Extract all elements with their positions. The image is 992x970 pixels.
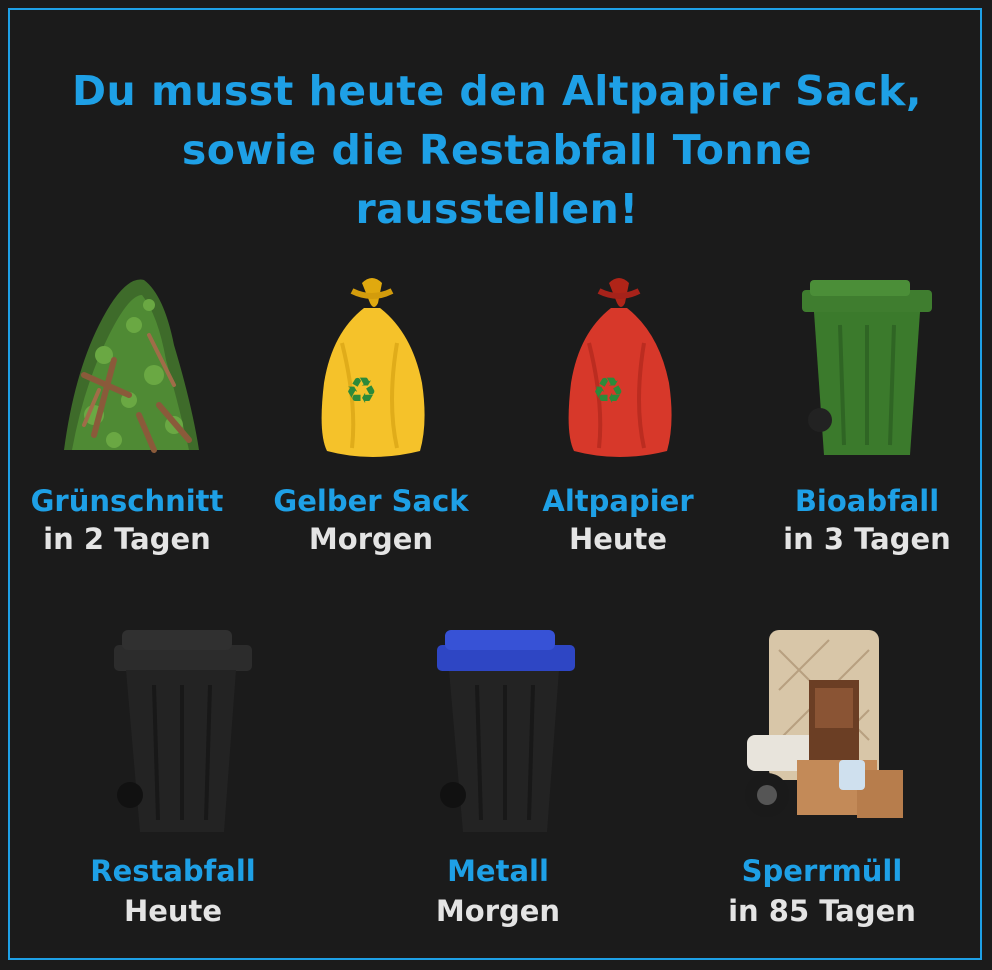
item-name: Restabfall xyxy=(90,854,256,888)
waste-item-metall: Metall Morgen xyxy=(393,615,603,935)
svg-text:♻: ♻ xyxy=(592,371,624,412)
waste-item-altpapier: ♻ Altpapier Heute xyxy=(513,265,723,565)
item-date: in 3 Tagen xyxy=(783,522,951,556)
headline-line-3: rausstellen! xyxy=(355,185,639,233)
green-bin-icon xyxy=(802,280,932,455)
item-date: in 2 Tagen xyxy=(43,522,211,556)
svg-text:♻: ♻ xyxy=(345,371,377,412)
waste-item-gelber-sack: ♻ Gelber Sack Morgen xyxy=(266,265,476,565)
waste-item-sperrmuell: Sperrmüll in 85 Tagen xyxy=(717,615,927,935)
headline-line-2: sowie die Restabfall Tonne xyxy=(181,126,813,174)
bulky-waste-icon xyxy=(745,630,903,818)
schedule-card: Du musst heute den Altpapier Sack, sowie… xyxy=(8,8,982,960)
item-name: Altpapier xyxy=(542,484,694,518)
black-bin-icon xyxy=(114,630,252,832)
item-date: in 85 Tagen xyxy=(728,894,916,928)
yellow-bag-icon: ♻ xyxy=(321,278,425,457)
item-date: Morgen xyxy=(308,522,434,556)
item-name: Sperrmüll xyxy=(741,854,903,888)
waste-item-gruenschnitt: Grünschnitt in 2 Tagen xyxy=(22,265,232,565)
green-waste-pile-icon xyxy=(64,279,199,453)
item-date: Morgen xyxy=(435,894,561,928)
page-title: Du musst heute den Altpapier Sack, sowie… xyxy=(10,62,984,239)
red-bag-icon: ♻ xyxy=(568,278,672,457)
headline-line-1: Du musst heute den Altpapier Sack, xyxy=(71,67,922,115)
item-name: Metall xyxy=(447,854,549,888)
item-name: Gelber Sack xyxy=(273,484,469,518)
blue-lid-bin-icon xyxy=(437,630,575,832)
waste-item-bioabfall: Bioabfall in 3 Tagen xyxy=(762,265,972,565)
waste-item-restabfall: Restabfall Heute xyxy=(68,615,278,935)
item-name: Bioabfall xyxy=(794,484,940,518)
item-date: Heute xyxy=(568,522,668,556)
item-date: Heute xyxy=(123,894,223,928)
item-name: Grünschnitt xyxy=(30,484,224,518)
